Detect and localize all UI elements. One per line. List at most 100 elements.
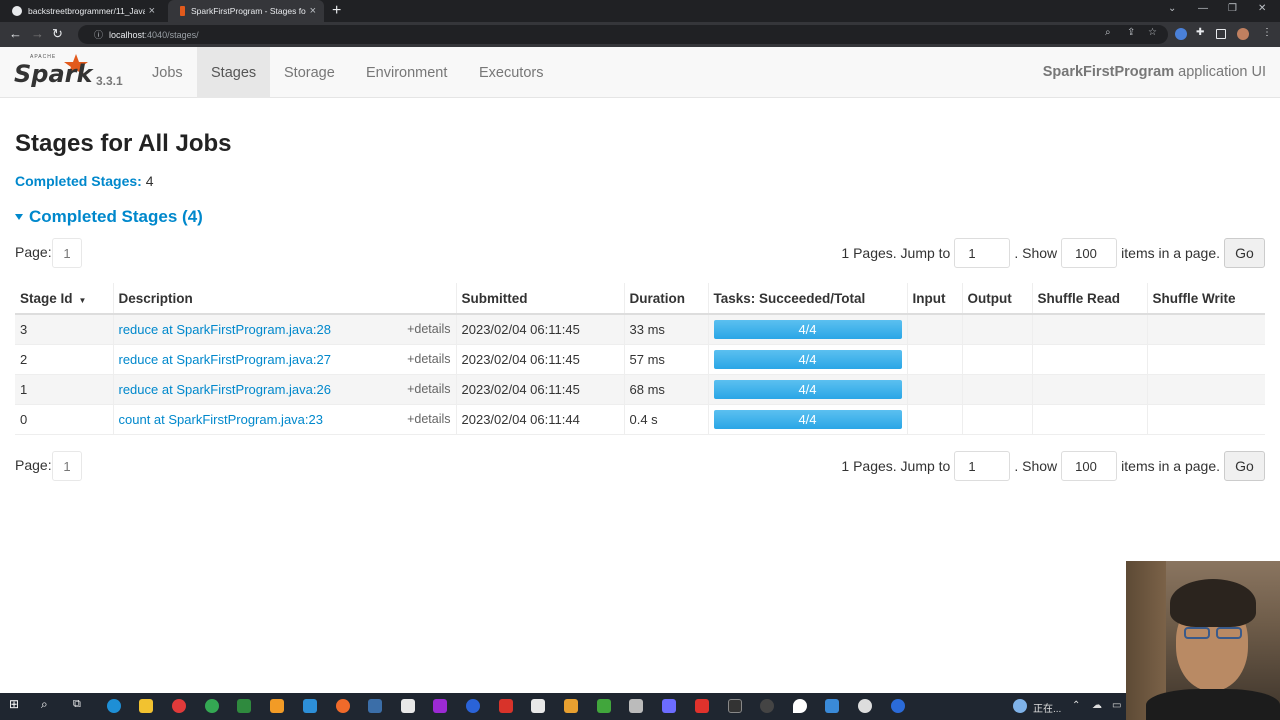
- header-submitted[interactable]: Submitted: [455, 283, 624, 315]
- puzzle-icon[interactable]: ✚: [1196, 27, 1208, 39]
- tab-search-icon[interactable]: ⌄: [1168, 3, 1176, 14]
- site-info-icon[interactable]: ⓘ: [94, 28, 103, 41]
- back-icon[interactable]: ←: [9, 26, 22, 41]
- cloud-icon[interactable]: ☁: [1092, 700, 1102, 711]
- browser-tab-github[interactable]: backstreetbrogrammer/11_JavaS ×: [0, 0, 163, 22]
- tray-chevron-icon[interactable]: ⌃: [1072, 700, 1080, 711]
- terminal-icon[interactable]: [728, 699, 742, 713]
- github-desktop-icon[interactable]: [760, 699, 774, 713]
- app-b-icon[interactable]: [891, 699, 905, 713]
- header-stage-id[interactable]: Stage Id ▼: [15, 283, 113, 315]
- completed-stages-link[interactable]: Completed Stages:: [15, 173, 142, 189]
- url-bar[interactable]: ⓘ localhost :4040/stages/: [78, 25, 1168, 44]
- page-number-button[interactable]: 1: [52, 451, 82, 481]
- stage-link[interactable]: reduce at SparkFirstProgram.java:26: [119, 382, 331, 397]
- vscode-icon[interactable]: [303, 699, 317, 713]
- task-view-icon[interactable]: ⧉: [73, 698, 87, 712]
- completed-stages-section-toggle[interactable]: Completed Stages (4): [15, 207, 203, 227]
- header-tasks[interactable]: Tasks: Succeeded/Total: [707, 283, 907, 315]
- spark-favicon-icon: [180, 6, 185, 16]
- search-icon[interactable]: ⌕: [41, 697, 55, 711]
- document-icon[interactable]: [401, 699, 415, 713]
- app-red-icon[interactable]: [172, 699, 186, 713]
- intellij-icon[interactable]: [433, 699, 447, 713]
- description-cell: count at SparkFirstProgram.java:23 +detai…: [112, 403, 456, 435]
- sidepanel-icon[interactable]: [1216, 29, 1226, 39]
- show-text: . Show: [1014, 245, 1058, 261]
- nav-jobs[interactable]: Jobs: [138, 47, 197, 98]
- windows-start-icon[interactable]: ⊞: [9, 697, 23, 711]
- mongodb-icon[interactable]: [597, 699, 611, 713]
- details-toggle[interactable]: +details: [407, 352, 450, 366]
- extension-icon[interactable]: [1175, 28, 1187, 40]
- jump-to-page-input[interactable]: 1: [954, 238, 1011, 268]
- duration-cell: 68 ms: [623, 373, 708, 404]
- weather-icon: [1013, 699, 1027, 713]
- app-purple-icon[interactable]: [662, 699, 676, 713]
- photos-icon[interactable]: [825, 699, 839, 713]
- input-cell: [906, 373, 962, 404]
- new-tab-icon[interactable]: +: [332, 2, 341, 20]
- details-toggle[interactable]: +details: [407, 322, 450, 336]
- page-number-button[interactable]: 1: [52, 238, 82, 268]
- submitted-cell: 2023/02/04 06:11:45: [455, 343, 624, 374]
- network-icon[interactable]: ▭: [1112, 700, 1121, 711]
- zoom-icon[interactable]: ⌕: [1105, 27, 1117, 39]
- maps-icon[interactable]: [793, 699, 807, 713]
- app-six-icon[interactable]: [499, 699, 513, 713]
- shuffle-write-cell: [1146, 343, 1265, 374]
- header-output[interactable]: Output: [961, 283, 1032, 315]
- nav-environment[interactable]: Environment: [352, 47, 461, 98]
- wps-icon[interactable]: [695, 699, 709, 713]
- duration-cell: 57 ms: [623, 343, 708, 374]
- reload-icon[interactable]: ↻: [52, 26, 63, 42]
- forward-icon[interactable]: →: [31, 26, 44, 41]
- browser-tab-spark[interactable]: SparkFirstProgram - Stages for A ×: [168, 0, 324, 22]
- tasks-cell: 4/4: [707, 403, 907, 435]
- postman-icon[interactable]: [336, 699, 350, 713]
- app-blue-icon[interactable]: [466, 699, 480, 713]
- details-toggle[interactable]: +details: [407, 382, 450, 396]
- share-icon[interactable]: ⇪: [1127, 27, 1139, 39]
- restore-icon[interactable]: ❐: [1228, 3, 1237, 14]
- stage-link[interactable]: count at SparkFirstProgram.java:23: [119, 412, 323, 427]
- page-size-input[interactable]: 100: [1061, 451, 1118, 481]
- window-close-icon[interactable]: ✕: [1258, 3, 1266, 14]
- close-tab-icon[interactable]: ×: [310, 5, 316, 17]
- page-size-input[interactable]: 100: [1061, 238, 1118, 268]
- close-tab-icon[interactable]: ×: [149, 5, 155, 17]
- nav-stages[interactable]: Stages: [197, 47, 271, 98]
- details-toggle[interactable]: +details: [407, 412, 450, 426]
- more-icon[interactable]: ⋮: [1262, 27, 1274, 39]
- postgres-icon[interactable]: [368, 699, 382, 713]
- nav-executors[interactable]: Executors: [465, 47, 557, 98]
- stage-id: 1: [15, 373, 113, 404]
- file-explorer-icon[interactable]: [139, 699, 153, 713]
- output-cell: [961, 313, 1032, 344]
- stage-link[interactable]: reduce at SparkFirstProgram.java:28: [119, 322, 331, 337]
- app-white-icon[interactable]: [531, 699, 545, 713]
- bookmark-star-icon[interactable]: ☆: [1148, 27, 1160, 39]
- minimize-icon[interactable]: —: [1198, 3, 1208, 14]
- sublime-icon[interactable]: [270, 699, 284, 713]
- git-icon[interactable]: [564, 699, 578, 713]
- header-shuffle-write[interactable]: Shuffle Write: [1146, 283, 1265, 315]
- jump-to-page-input[interactable]: 1: [954, 451, 1011, 481]
- nav-storage[interactable]: Storage: [270, 47, 349, 98]
- table-row: 1 reduce at SparkFirstProgram.java:26 +de…: [15, 373, 1265, 404]
- app-light-icon[interactable]: [858, 699, 872, 713]
- go-button[interactable]: Go: [1224, 238, 1265, 268]
- submitted-cell: 2023/02/04 06:11:45: [455, 313, 624, 344]
- notepad-icon[interactable]: [237, 699, 251, 713]
- profile-avatar[interactable]: [1237, 28, 1249, 40]
- description-cell: reduce at SparkFirstProgram.java:26 +deta…: [112, 373, 456, 404]
- edge-icon[interactable]: [107, 699, 121, 713]
- go-button[interactable]: Go: [1224, 451, 1265, 481]
- header-description[interactable]: Description: [112, 283, 456, 315]
- stage-link[interactable]: reduce at SparkFirstProgram.java:27: [119, 352, 331, 367]
- header-shuffle-read[interactable]: Shuffle Read: [1031, 283, 1147, 315]
- header-duration[interactable]: Duration: [623, 283, 708, 315]
- app-gray-icon[interactable]: [629, 699, 643, 713]
- header-input[interactable]: Input: [906, 283, 962, 315]
- chrome-icon[interactable]: [205, 699, 219, 713]
